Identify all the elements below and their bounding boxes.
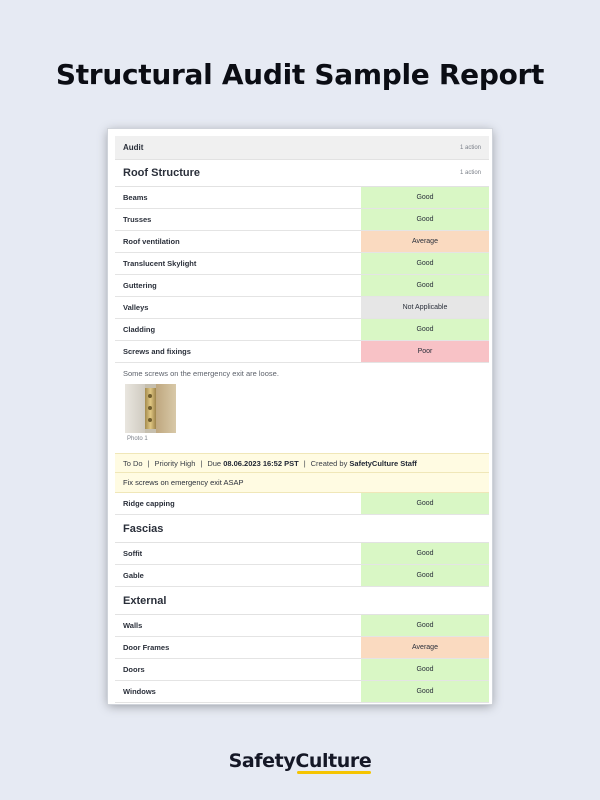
question-label: Cladding: [123, 325, 156, 334]
section-title: Roof Structure: [123, 167, 200, 179]
report-content: Audit 1 action Roof Structure 1 action B…: [115, 136, 489, 703]
question-label: Trusses: [123, 215, 152, 224]
question-label: Walls: [123, 621, 143, 630]
report-sheet: Audit 1 action Roof Structure 1 action B…: [108, 129, 492, 704]
question-row-roof-ventilation: Roof ventilation Average: [115, 231, 489, 253]
response-good: Good: [361, 187, 489, 208]
audit-header: Audit 1 action: [115, 136, 489, 160]
action-title[interactable]: Fix screws on emergency exit ASAP: [115, 473, 489, 493]
audit-action-count: 1 action: [459, 144, 481, 151]
question-row-guttering: Guttering Good: [115, 275, 489, 297]
question-row-cladding: Cladding Good: [115, 319, 489, 341]
response-good: Good: [361, 319, 489, 340]
response-good: Good: [361, 565, 489, 586]
question-note: Some screws on the emergency exit are lo…: [115, 363, 489, 453]
question-label: Guttering: [123, 281, 157, 290]
response-good: Good: [361, 659, 489, 680]
brand-logo: SafetyCulture: [0, 750, 600, 774]
response-average: Average: [361, 637, 489, 658]
note-text: Some screws on the emergency exit are lo…: [123, 369, 279, 378]
question-row-walls: Walls Good: [115, 615, 489, 637]
question-row-door-frames: Door Frames Average: [115, 637, 489, 659]
question-row-soffit: Soffit Good: [115, 543, 489, 565]
response-average: Average: [361, 231, 489, 252]
question-row-windows: Windows Good: [115, 681, 489, 703]
action-created-by: SafetyCulture Staff: [349, 458, 417, 468]
response-good: Good: [361, 615, 489, 636]
question-label: Gable: [123, 571, 144, 580]
photo-caption: Photo 1: [127, 436, 148, 442]
brand-underline: [297, 771, 372, 774]
question-label: Soffit: [123, 549, 143, 558]
question-label: Windows: [123, 687, 156, 696]
action-due-prefix: Due: [207, 458, 222, 468]
page-title: Structural Audit Sample Report: [55, 58, 545, 91]
question-row-gable: Gable Good: [115, 565, 489, 587]
question-row-valleys: Valleys Not Applicable: [115, 297, 489, 319]
action-created-prefix: Created by: [310, 458, 348, 468]
response-good: Good: [361, 275, 489, 296]
question-label: Roof ventilation: [123, 237, 180, 246]
section-title: External: [123, 594, 167, 607]
response-not-applicable: Not Applicable: [361, 297, 489, 318]
action-details[interactable]: To Do | Priority High | Due 08.06.2023 1…: [115, 453, 489, 473]
section-header-external: External: [115, 587, 489, 615]
photo-thumbnail[interactable]: [125, 384, 176, 433]
brand-logo-part-1: Safety: [228, 750, 296, 772]
section-title: Fascias: [123, 522, 164, 535]
question-row-beams: Beams Good: [115, 187, 489, 209]
question-row-ridge-capping: Ridge capping Good: [115, 493, 489, 515]
response-good: Good: [361, 253, 489, 274]
question-label: Screws and fixings: [123, 347, 191, 356]
section-header-fascias: Fascias: [115, 515, 489, 543]
response-good: Good: [361, 543, 489, 564]
question-row-trusses: Trusses Good: [115, 209, 489, 231]
action-status: To Do: [123, 458, 143, 468]
brand-logo-part-2: Culture: [295, 750, 372, 772]
response-good: Good: [361, 681, 489, 702]
action-due-date: 08.06.2023 16:52 PST: [223, 458, 299, 468]
question-label: Doors: [123, 665, 145, 674]
response-good: Good: [361, 209, 489, 230]
question-label: Translucent Skylight: [123, 259, 197, 268]
section-action-count: 1 action: [459, 170, 481, 176]
question-row-doors: Doors Good: [115, 659, 489, 681]
question-row-screws-and-fixings: Screws and fixings Poor: [115, 341, 489, 363]
question-row-translucent-skylight: Translucent Skylight Good: [115, 253, 489, 275]
question-label: Ridge capping: [123, 499, 175, 508]
audit-label: Audit: [123, 143, 144, 152]
question-label: Door Frames: [123, 643, 170, 652]
question-label: Valleys: [123, 303, 149, 312]
action-priority: Priority High: [154, 458, 196, 468]
section-header-roof-structure: Roof Structure 1 action: [115, 160, 489, 187]
question-label: Beams: [123, 193, 148, 202]
response-good: Good: [361, 493, 489, 514]
response-poor: Poor: [361, 341, 489, 362]
